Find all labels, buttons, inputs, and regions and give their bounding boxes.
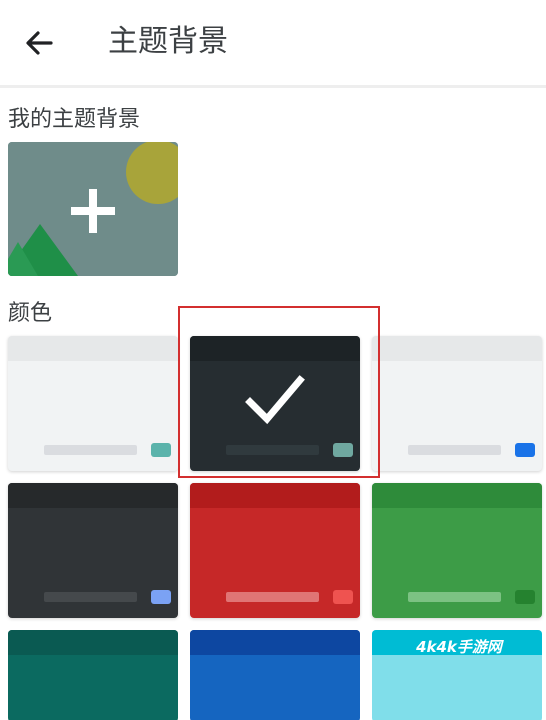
swatch-header-bar xyxy=(190,483,360,508)
swatch-header-bar xyxy=(8,336,178,361)
add-custom-theme-button[interactable] xyxy=(8,142,178,276)
swatch-accent-chip xyxy=(151,590,171,604)
color-swatch-teal[interactable] xyxy=(8,630,178,720)
arrow-left-icon xyxy=(26,31,53,55)
app-bar: 主题背景 xyxy=(0,0,546,88)
watermark-text: 4k4k手游网 xyxy=(416,638,502,656)
color-swatch-green[interactable] xyxy=(372,483,542,618)
swatch-accent-chip xyxy=(515,443,535,457)
swatch-line xyxy=(226,592,319,602)
color-swatch-blue[interactable] xyxy=(190,630,360,720)
swatch-line xyxy=(408,445,501,455)
color-swatch-light-blue-accent[interactable] xyxy=(372,336,542,471)
color-swatch-dark-gray[interactable] xyxy=(8,483,178,618)
color-swatch-red[interactable] xyxy=(190,483,360,618)
back-button[interactable] xyxy=(18,22,60,64)
page-title: 主题背景 xyxy=(108,24,228,59)
landscape-illustration xyxy=(8,142,178,276)
color-swatch-light[interactable] xyxy=(8,336,178,471)
my-themes-label: 我的主题背景 xyxy=(8,107,141,132)
colors-label: 颜色 xyxy=(8,301,53,326)
swatch-accent-chip xyxy=(515,590,535,604)
swatch-line xyxy=(44,445,137,455)
swatch-line xyxy=(44,592,137,602)
swatch-accent-chip xyxy=(333,590,353,604)
swatch-header-bar xyxy=(372,336,542,361)
swatch-header-bar xyxy=(190,630,360,655)
selection-highlight-frame xyxy=(178,306,380,478)
swatch-header-bar xyxy=(8,483,178,508)
swatch-header-bar xyxy=(372,483,542,508)
swatch-line xyxy=(408,592,501,602)
swatch-accent-chip xyxy=(151,443,171,457)
swatch-header-bar xyxy=(8,630,178,655)
